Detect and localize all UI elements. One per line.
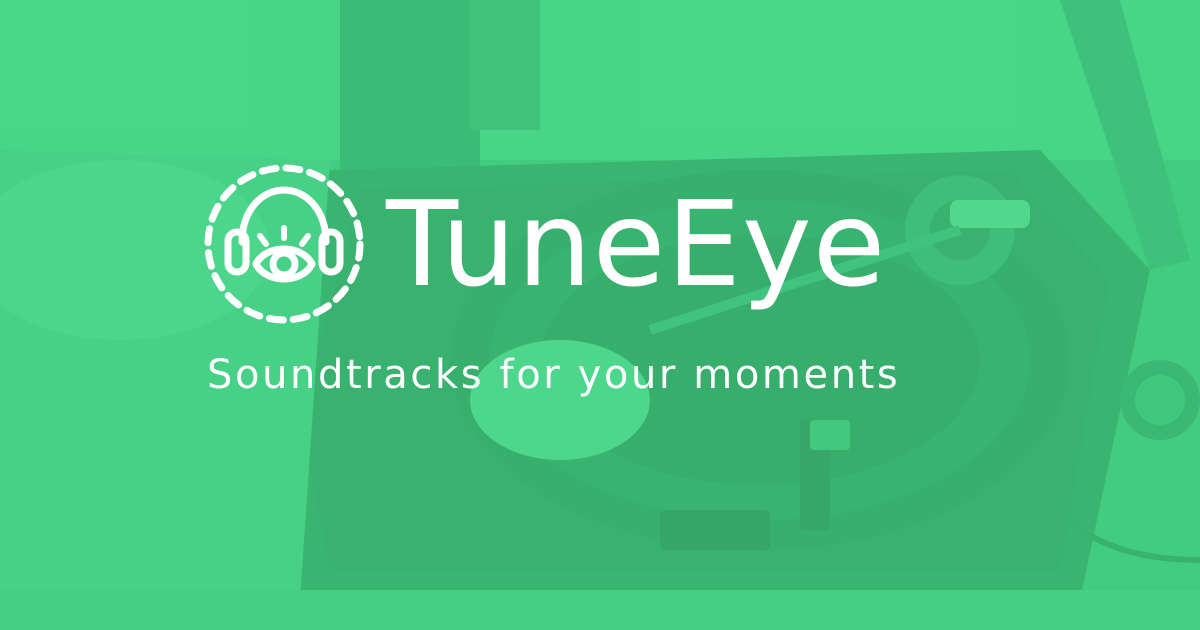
brand-lockup: TuneEye — [200, 160, 886, 328]
brand-wordmark: TuneEye — [386, 175, 887, 313]
social-banner: TuneEye Soundtracks for your moments — [0, 0, 1200, 630]
headphones-eye-icon — [204, 164, 364, 324]
brand-tagline: Soundtracks for your moments — [207, 352, 901, 398]
